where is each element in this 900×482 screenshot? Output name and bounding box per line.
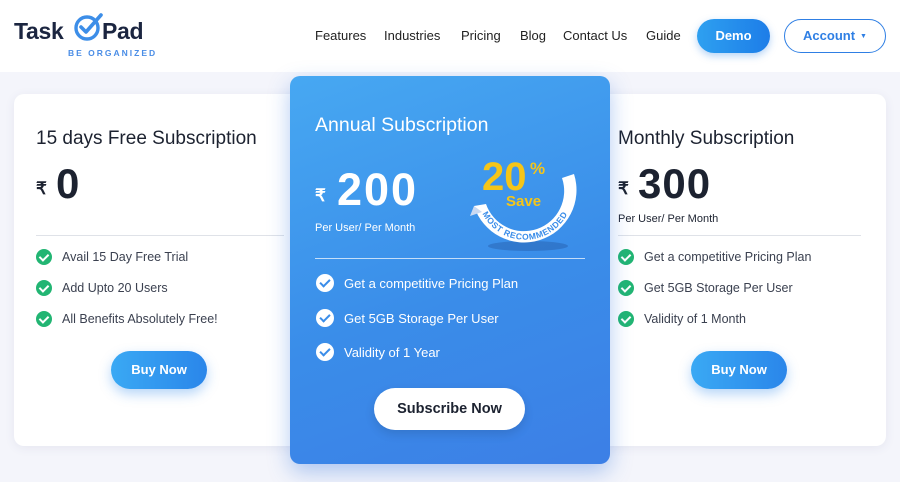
caret-down-icon: ▼ (860, 33, 867, 40)
check-circle-icon (36, 311, 52, 327)
nav-guide[interactable]: Guide (646, 28, 681, 43)
badge-ribbon-label: MOST RECOMMENDED (481, 209, 569, 241)
feature-text: Get 5GB Storage Per User (344, 311, 499, 326)
feature-text: Get a competitive Pricing Plan (344, 276, 519, 291)
logo-tagline: BE ORGANIZED (68, 48, 158, 58)
check-circle-icon (36, 249, 52, 265)
buy-now-button-free[interactable]: Buy Now (111, 351, 207, 389)
currency-symbol: ₹ (36, 179, 47, 198)
currency-symbol: ₹ (618, 179, 629, 198)
logo-check-circle-icon (74, 13, 103, 41)
demo-button[interactable]: Demo (697, 19, 770, 53)
badge-ribbon-text: MOST RECOMMENDED (481, 209, 570, 241)
card-divider (618, 235, 861, 236)
check-circle-icon (618, 311, 634, 327)
card-divider (315, 258, 585, 259)
badge-percent-symbol: % (530, 159, 545, 178)
plan-price: 0 (56, 160, 81, 207)
nav-industries[interactable]: Industries (384, 28, 440, 43)
badge-save: Save (506, 193, 541, 210)
plan-title: Monthly Subscription (618, 128, 795, 149)
feature-text: Get a competitive Pricing Plan (644, 250, 812, 264)
plan-card-annual: Annual Subscription ₹ 200 Per User/ Per … (290, 76, 610, 464)
feature-text: Add Upto 20 Users (62, 281, 168, 295)
check-circle-icon (36, 280, 52, 296)
top-header: Task Pad BE ORGANIZED Features Industrie… (0, 0, 900, 72)
plan-card-free: 15 days Free Subscription ₹ 0 Avail 15 D… (14, 94, 314, 446)
check-circle-icon (618, 249, 634, 265)
logo-word-task: Task (14, 18, 64, 44)
nav-pricing[interactable]: Pricing (461, 28, 501, 43)
feature-text: Get 5GB Storage Per User (644, 281, 793, 295)
subscribe-now-button[interactable]: Subscribe Now (374, 388, 525, 430)
nav-blog[interactable]: Blog (520, 28, 546, 43)
nav-contact-us[interactable]: Contact Us (563, 28, 627, 43)
taskpad-logo[interactable]: Task Pad BE ORGANIZED (14, 12, 159, 60)
account-button-label: Account (803, 28, 856, 43)
price-unit: Per User/ Per Month (618, 213, 719, 225)
plan-card-monthly: Monthly Subscription ₹ 300 Per User/ Per… (586, 94, 886, 446)
plan-title: 15 days Free Subscription (36, 128, 257, 149)
badge-shadow (488, 241, 568, 251)
plan-price: 300 (638, 160, 712, 207)
nav-features[interactable]: Features (315, 28, 366, 43)
most-recommended-badge: MOST RECOMMENDED 20 % Save (470, 155, 577, 251)
logo-word-pad: Pad (102, 18, 144, 44)
check-circle-icon (316, 309, 334, 327)
check-circle-icon (316, 343, 334, 361)
check-circle-icon (316, 274, 334, 292)
plan-title: Annual Subscription (315, 114, 489, 136)
card-divider (36, 235, 284, 236)
feature-text: All Benefits Absolutely Free! (62, 312, 218, 326)
price-unit: Per User/ Per Month (315, 222, 416, 234)
account-button[interactable]: Account ▼ (784, 19, 886, 53)
check-circle-icon (618, 280, 634, 296)
plan-price: 200 (337, 164, 419, 215)
feature-text: Validity of 1 Month (644, 312, 746, 326)
feature-text: Validity of 1 Year (344, 345, 440, 360)
feature-text: Avail 15 Day Free Trial (62, 250, 189, 264)
currency-symbol: ₹ (315, 186, 326, 205)
buy-now-button-monthly[interactable]: Buy Now (691, 351, 787, 389)
